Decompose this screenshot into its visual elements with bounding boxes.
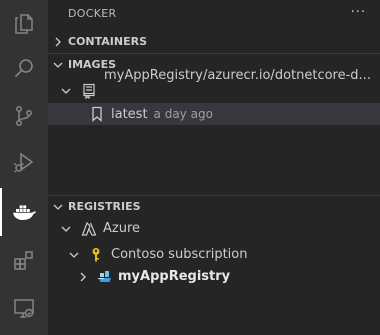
image-repository-row[interactable] [48,80,380,102]
chevron-down-icon [61,88,71,94]
image-tag-row[interactable]: latest a day ago [48,103,380,125]
key-icon [92,248,100,262]
chevron-down-icon [69,252,79,258]
azure-icon [81,221,97,236]
registry-label: myAppRegistry [118,269,231,284]
section-label-containers: CONTAINERS [68,35,147,48]
repository-icon [83,83,95,99]
chevron-down-icon [61,226,71,232]
chevron-down-icon [53,204,63,210]
source-control-button[interactable] [0,92,48,140]
files-icon [15,14,33,34]
registry-row[interactable]: myAppRegistry [48,266,380,288]
run-debug-icon [13,152,34,173]
image-tag-description: a day ago [153,107,213,121]
registry-provider-row[interactable]: Azure [48,218,380,240]
source-control-icon [16,106,32,126]
container-registry-icon [97,271,111,282]
image-tag-label: latest [111,107,148,122]
search-button[interactable] [0,44,48,92]
tag-icon [92,106,102,122]
search-icon [14,59,33,78]
subscription-label: Contoso subscription [111,247,248,262]
run-debug-button[interactable] [0,138,48,186]
activity-bar [0,0,48,335]
extensions-button[interactable] [0,236,48,284]
chevron-right-icon [55,37,61,47]
docker-button[interactable] [0,188,48,236]
registry-provider-label: Azure [103,221,141,236]
view-title: DOCKER [68,7,117,20]
chevron-right-icon [80,272,86,282]
remote-explorer-button[interactable] [0,284,48,332]
extensions-icon [14,251,33,270]
section-label-registries: REGISTRIES [68,200,141,213]
subscription-row[interactable]: Contoso subscription [48,244,380,266]
section-header-containers[interactable]: CONTAINERS [48,31,380,53]
docker-sidebar: DOCKER ··· CONTAINERS IMAGES myAppRegist… [48,0,380,335]
explorer-button[interactable] [0,0,48,48]
remote-explorer-icon [14,299,34,318]
section-header-registries[interactable]: REGISTRIES [48,196,380,218]
docker-icon [13,205,36,220]
more-actions-button[interactable]: ··· [351,0,366,28]
